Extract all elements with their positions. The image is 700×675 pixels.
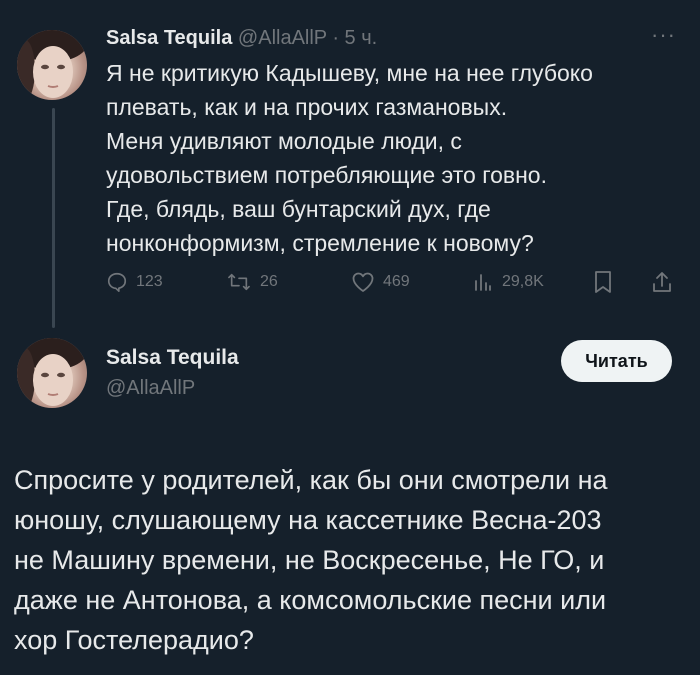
- share-button[interactable]: [651, 266, 673, 298]
- thread-line: [52, 108, 55, 328]
- bookmark-icon: [595, 271, 611, 293]
- author-name[interactable]: Salsa Tequila: [106, 346, 239, 370]
- tweet-text-line: удовольствием потребляющие это говно.: [106, 162, 547, 188]
- bookmark-button[interactable]: [593, 266, 613, 298]
- tweet-text-line: Где, блядь, ваш бунтарский дух, где: [106, 196, 491, 222]
- tweet-header: Salsa Tequila @AllaAllP · 5 ч.: [106, 24, 377, 52]
- tweet-text-line: юношу, слушающему на кассетнике Весна-20…: [14, 505, 602, 535]
- tweet-text: Спросите у родителей, как бы они смотрел…: [14, 460, 694, 660]
- avatar[interactable]: [17, 338, 87, 408]
- heart-icon: [352, 272, 374, 292]
- views-chart-icon: [475, 274, 491, 291]
- retweet-count: 26: [260, 273, 278, 290]
- reply-icon: [107, 272, 127, 292]
- tweet-text-line: Меня удивляют молодые люди, с: [106, 128, 462, 154]
- avatar[interactable]: [17, 30, 87, 100]
- tweet-text-line: даже не Антонова, а комсомольские песни …: [14, 585, 607, 615]
- views-count: 29,8K: [502, 273, 544, 290]
- tweet-text-line: нонконформизм, стремление к новому?: [106, 230, 534, 256]
- avatar-portrait-icon: [17, 30, 87, 100]
- retweet-button[interactable]: 26: [226, 266, 278, 298]
- tweet-text-line: Я не критикую Кадышеву, мне на нее глубо…: [106, 60, 593, 86]
- tweet-text-line: не Машину времени, не Воскресенье, Не ГО…: [14, 545, 605, 575]
- share-icon: [653, 272, 671, 292]
- author-handle-time[interactable]: @AllaAllP · 5 ч.: [238, 27, 377, 49]
- tweet-text-line: хор Гостелерадио?: [14, 625, 254, 655]
- reply-button[interactable]: 123: [106, 266, 163, 298]
- avatar-portrait-icon: [17, 338, 87, 408]
- retweet-icon: [228, 273, 250, 291]
- follow-button[interactable]: Читать: [561, 340, 672, 382]
- tweet-text: Я не критикую Кадышеву, мне на нее глубо…: [106, 56, 666, 260]
- views-button[interactable]: 29,8K: [472, 266, 544, 298]
- tweet-text-line: Спросите у родителей, как бы они смотрел…: [14, 465, 608, 495]
- more-dots-icon[interactable]: ···: [651, 22, 676, 48]
- author-handle[interactable]: @AllaAllP: [106, 377, 195, 400]
- like-count: 469: [383, 273, 410, 290]
- author-name[interactable]: Salsa Tequila: [106, 27, 232, 49]
- tweet-actions: 123 26 469 29,8K: [106, 266, 676, 298]
- like-button[interactable]: 469: [351, 266, 410, 298]
- tweet-text-line: плевать, как и на прочих газмановых.: [106, 94, 508, 120]
- reply-count: 123: [136, 273, 163, 290]
